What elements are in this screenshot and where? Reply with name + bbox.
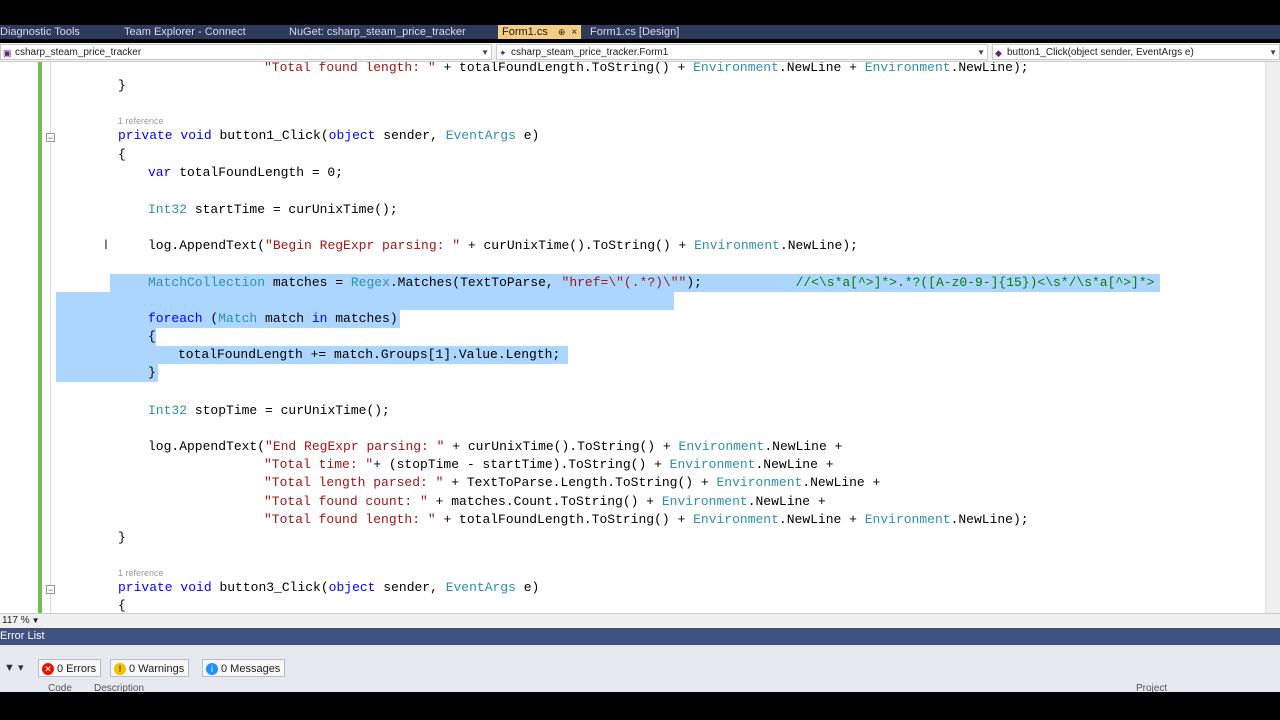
selection-highlight <box>56 364 158 382</box>
info-icon: i <box>206 663 218 675</box>
tab-label: Form1.cs [Design] <box>590 26 680 38</box>
code-line: MatchCollection matches = Regex.Matches(… <box>148 275 1155 290</box>
member-dropdown-label: button1_Click(object sender, EventArgs e… <box>1007 47 1194 58</box>
code-lens-reference[interactable]: 1 reference <box>118 116 164 126</box>
collapse-toggle[interactable]: − <box>46 133 55 143</box>
error-list-panel: Error List ▼ ▾ ✕ 0 Errors ! 0 Warnings i0 … <box>0 628 1280 692</box>
code-line: } <box>148 365 156 380</box>
tab-label: Form1.cs <box>502 26 548 38</box>
collapse-toggle[interactable]: − <box>46 585 55 595</box>
tab-diagnostic-tools[interactable]: Diagnostic Tools <box>0 25 80 39</box>
tab-form1-cs[interactable]: Form1.cs ⊕ × <box>498 25 582 39</box>
code-line: Int32 stopTime = curUnixTime(); <box>148 403 390 418</box>
editor-zoom-bar: 117 % ▼ <box>0 613 1280 628</box>
code-line: foreach (Match match in matches) <box>148 311 398 326</box>
chevron-down-icon: ▼ <box>977 48 985 57</box>
zoom-level: 117 % <box>2 615 30 626</box>
selection-highlight <box>56 328 156 346</box>
code-editor[interactable]: − − "Total found length: " + totalFoundL… <box>0 62 1280 613</box>
errors-filter-button[interactable]: ✕ 0 Errors <box>38 659 102 677</box>
editor-margin <box>0 62 38 613</box>
csharp-project-icon: ▣ <box>3 48 12 58</box>
code-line: log.AppendText("End RegExpr parsing: " +… <box>148 439 843 454</box>
error-list-column-headers: Code Description Project <box>0 680 1280 692</box>
change-indicator-bar <box>38 62 42 613</box>
code-line: { <box>148 329 156 344</box>
tab-label: Diagnostic Tools <box>0 26 80 38</box>
class-icon: ✦ <box>499 48 507 58</box>
filter-icon[interactable]: ▼ ▾ <box>4 661 23 674</box>
warning-icon: ! <box>114 663 126 675</box>
column-header-project[interactable]: Project <box>1136 683 1167 692</box>
messages-count: 0 Messages <box>221 663 281 675</box>
text-cursor-icon: I <box>104 236 108 252</box>
member-dropdown[interactable]: ◆ button1_Click(object sender, EventArgs … <box>992 44 1280 60</box>
code-line: "Total found count: " + matches.Count.To… <box>264 494 826 509</box>
chevron-down-icon: ▼ <box>481 48 489 57</box>
vertical-scrollbar[interactable] <box>1265 62 1280 613</box>
zoom-dropdown[interactable]: 117 % ▼ <box>2 614 40 628</box>
messages-filter-button[interactable]: i0 Messages <box>202 659 286 677</box>
document-tab-strip: Diagnostic Tools Team Explorer - Connect… <box>0 25 1280 39</box>
error-list-toolbar: ▼ ▾ ✕ 0 Errors ! 0 Warnings i0 Messages <box>0 657 1280 679</box>
code-lens-reference[interactable]: 1 reference <box>118 568 164 578</box>
warnings-filter-button[interactable]: ! 0 Warnings <box>110 659 190 677</box>
tab-form1-design[interactable]: Form1.cs [Design] <box>590 25 679 39</box>
warnings-count: 0 Warnings <box>129 663 185 675</box>
code-line: } <box>118 78 126 93</box>
error-icon: ✕ <box>42 663 54 675</box>
selection-highlight <box>56 292 674 310</box>
tab-label: NuGet: csharp_steam_price_tracker <box>289 26 466 38</box>
code-line: "Total time: "+ (stopTime - startTime).T… <box>264 457 834 472</box>
class-dropdown-label: csharp_steam_price_tracker.Form1 <box>511 47 669 58</box>
pin-icon[interactable]: ⊕ <box>558 27 566 37</box>
code-line: log.AppendText("Begin RegExpr parsing: "… <box>148 238 858 253</box>
error-list-title: Error List <box>0 628 1280 645</box>
code-line: "Total length parsed: " + TextToParse.Le… <box>264 475 881 490</box>
code-line: var totalFoundLength = 0; <box>148 165 344 180</box>
column-header-code[interactable]: Code <box>48 683 72 692</box>
method-icon: ◆ <box>995 48 1002 58</box>
code-line: totalFoundLength += match.Groups[1].Valu… <box>178 347 561 362</box>
chevron-down-icon: ▼ <box>31 616 40 625</box>
code-line: "Total found length: " + totalFoundLengt… <box>264 512 1029 527</box>
tab-nuget[interactable]: NuGet: csharp_steam_price_tracker <box>289 25 466 39</box>
code-line: } <box>118 530 126 545</box>
navigation-bar: ▣ csharp_steam_price_tracker ▼ ✦ csharp_ste… <box>0 43 1280 62</box>
project-dropdown[interactable]: ▣ csharp_steam_price_tracker ▼ <box>0 44 492 60</box>
code-line: Int32 startTime = curUnixTime(); <box>148 202 398 217</box>
errors-count: 0 Errors <box>57 663 97 675</box>
code-line: { <box>118 598 126 613</box>
column-header-description[interactable]: Description <box>94 683 144 692</box>
close-icon[interactable]: × <box>571 27 577 38</box>
code-line: "Total found length: " + totalFoundLengt… <box>264 62 1029 75</box>
class-dropdown[interactable]: ✦ csharp_steam_price_tracker.Form1 ▼ <box>496 44 988 60</box>
outline-guide <box>50 62 51 613</box>
tab-team-explorer[interactable]: Team Explorer - Connect <box>124 25 246 39</box>
code-line: { <box>118 147 126 162</box>
project-dropdown-label: csharp_steam_price_tracker <box>15 47 142 58</box>
code-line: private void button3_Click(object sender… <box>118 580 540 595</box>
code-line: private void button1_Click(object sender… <box>118 128 540 143</box>
chevron-down-icon: ▼ <box>1269 48 1277 57</box>
tab-label: Team Explorer - Connect <box>124 26 246 38</box>
